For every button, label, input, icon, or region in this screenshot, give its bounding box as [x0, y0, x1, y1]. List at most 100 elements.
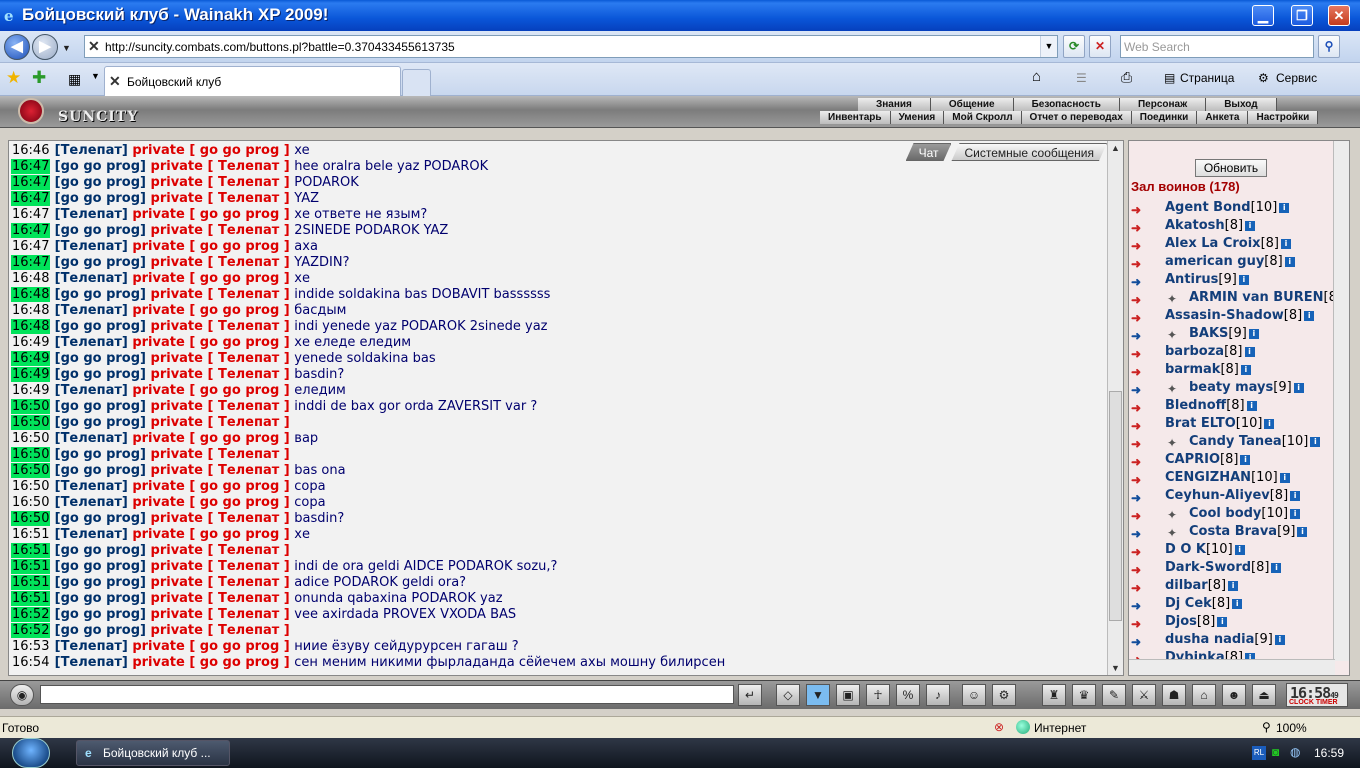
message-recipient[interactable]: Телепат — [218, 463, 279, 478]
menu-item-2[interactable]: Безопасность — [1013, 98, 1120, 111]
message-time[interactable]: 16:47 — [11, 223, 51, 238]
message-time[interactable]: 16:50 — [11, 511, 51, 526]
message-time[interactable]: 16:51 — [11, 543, 51, 558]
quick-tabs-icon[interactable]: ▦ — [68, 71, 81, 88]
player-name[interactable]: ARMIN van BUREN[8]i — [1189, 289, 1349, 307]
message-recipient[interactable]: Телепат — [218, 159, 279, 174]
close-button[interactable]: ✕ — [1328, 5, 1350, 26]
inventory-icon[interactable]: ♜ — [1042, 684, 1066, 706]
message-recipient[interactable]: Телепат — [218, 175, 279, 190]
player-info-icon[interactable]: i — [1290, 491, 1301, 501]
bag-icon[interactable]: ☗ — [1162, 684, 1186, 706]
message-recipient[interactable]: go go prog — [200, 431, 279, 446]
chat-scrollbar[interactable]: ▲ ▼ — [1107, 141, 1123, 675]
message-time[interactable]: 16:48 — [11, 271, 50, 286]
message-sender[interactable]: go go prog — [61, 415, 140, 430]
page-menu[interactable]: Страница — [1180, 71, 1234, 85]
player-name-text[interactable]: Dj Cek — [1165, 596, 1212, 611]
player-info-icon[interactable]: i — [1264, 419, 1275, 429]
search-icon[interactable]: ⚲ — [1318, 35, 1340, 58]
message-time[interactable]: 16:47 — [11, 175, 51, 190]
message-time[interactable]: 16:49 — [11, 383, 50, 398]
private-message-icon[interactable]: ➜ — [1131, 489, 1153, 505]
private-message-icon[interactable]: ➜ — [1131, 273, 1153, 289]
private-message-icon[interactable]: ➜ — [1131, 435, 1153, 451]
player-info-icon[interactable]: i — [1280, 239, 1291, 249]
message-time[interactable]: 16:50 — [11, 415, 51, 430]
private-message-icon[interactable]: ➜ — [1131, 525, 1153, 541]
private-message-icon[interactable]: ➜ — [1131, 381, 1153, 397]
back-button[interactable]: ◀ — [4, 34, 30, 60]
player-name-text[interactable]: beaty mays — [1189, 380, 1273, 395]
private-message-icon[interactable]: ➜ — [1131, 327, 1153, 343]
settings-icon[interactable]: ⚙ — [992, 684, 1016, 706]
private-message-icon[interactable]: ➜ — [1131, 453, 1153, 469]
add-favorite-icon[interactable]: ✚ — [32, 68, 46, 88]
new-tab-button[interactable] — [402, 69, 431, 96]
player-info-icon[interactable]: i — [1228, 581, 1239, 591]
player-name[interactable]: CENGIZHAN[10] i — [1165, 469, 1290, 487]
private-message-icon[interactable]: ➜ — [1131, 471, 1153, 487]
player-info-icon[interactable]: i — [1304, 311, 1315, 321]
lock-icon[interactable]: ⌂ — [1192, 684, 1216, 706]
message-recipient[interactable]: Телепат — [218, 319, 279, 334]
player-name-text[interactable]: dusha nadia — [1165, 632, 1254, 647]
message-recipient[interactable]: Телепат — [218, 591, 279, 606]
message-time[interactable]: 16:47 — [11, 207, 50, 222]
message-time[interactable]: 16:50 — [11, 431, 50, 446]
message-recipient[interactable]: go go prog — [200, 479, 279, 494]
player-info-icon[interactable]: i — [1245, 221, 1256, 231]
player-name[interactable]: Akatosh[8] i — [1165, 217, 1256, 235]
player-info-icon[interactable]: i — [1240, 455, 1251, 465]
player-name-text[interactable]: Candy Tanea — [1189, 434, 1282, 449]
clan-icon[interactable]: ✦ — [1167, 290, 1177, 308]
player-name[interactable]: BAKS[9] i — [1189, 325, 1259, 343]
player-name[interactable]: Costa Brava[9] i — [1189, 523, 1308, 541]
message-sender[interactable]: Телепат — [61, 239, 122, 254]
player-name[interactable]: beaty mays[9] i — [1189, 379, 1304, 397]
message-time[interactable]: 16:51 — [11, 575, 51, 590]
players-scrollbar[interactable] — [1333, 141, 1349, 661]
message-sender[interactable]: go go prog — [61, 623, 140, 638]
message-recipient[interactable]: go go prog — [200, 639, 279, 654]
message-recipient[interactable]: go go prog — [200, 271, 279, 286]
player-name-text[interactable]: D O K — [1165, 542, 1206, 557]
player-name[interactable]: Agent Bond[10] i — [1165, 199, 1290, 217]
player-name-text[interactable]: Assasin-Shadow — [1165, 308, 1284, 323]
message-time[interactable]: 16:53 — [11, 639, 50, 654]
clan-icon[interactable]: ✦ — [1167, 326, 1177, 344]
menu-item-4[interactable]: Выход — [1206, 98, 1277, 111]
message-time[interactable]: 16:49 — [11, 335, 50, 350]
message-time[interactable]: 16:47 — [11, 191, 51, 206]
player-name-text[interactable]: Blednoff — [1165, 398, 1226, 413]
player-name[interactable]: Djos[8] i — [1165, 613, 1228, 631]
start-button[interactable] — [12, 738, 50, 768]
player-name-text[interactable]: Cool body — [1189, 506, 1261, 521]
message-recipient[interactable]: go go prog — [200, 239, 279, 254]
scroll-up-icon[interactable]: ▲ — [1111, 143, 1120, 153]
message-recipient[interactable]: Телепат — [218, 399, 279, 414]
player-name[interactable]: dusha nadia[9] i — [1165, 631, 1285, 649]
message-sender[interactable]: go go prog — [61, 223, 140, 238]
message-recipient[interactable]: go go prog — [200, 383, 279, 398]
message-time[interactable]: 16:49 — [11, 351, 51, 366]
player-name[interactable]: D O K[10] i — [1165, 541, 1245, 559]
zoom-level[interactable]: 100% — [1276, 721, 1307, 735]
message-recipient[interactable]: Телепат — [218, 447, 279, 462]
message-time[interactable]: 16:49 — [11, 367, 51, 382]
message-sender[interactable]: go go prog — [61, 287, 140, 302]
message-sender[interactable]: go go prog — [61, 575, 140, 590]
player-name-text[interactable]: barboza — [1165, 344, 1224, 359]
refresh-icon[interactable]: ⟳ — [1063, 35, 1085, 58]
menu-item-3[interactable]: Персонаж — [1119, 98, 1207, 111]
message-sender[interactable]: go go prog — [61, 159, 140, 174]
message-recipient[interactable]: go go prog — [200, 495, 279, 510]
message-time[interactable]: 16:51 — [11, 527, 50, 542]
player-name[interactable]: american guy[8] i — [1165, 253, 1295, 271]
message-time[interactable]: 16:50 — [11, 479, 50, 494]
message-recipient[interactable]: Телепат — [218, 255, 279, 270]
player-name-text[interactable]: Costa Brava — [1189, 524, 1277, 539]
player-info-icon[interactable]: i — [1234, 545, 1245, 555]
quill-icon[interactable]: ✎ — [1102, 684, 1126, 706]
message-sender[interactable]: go go prog — [61, 447, 140, 462]
